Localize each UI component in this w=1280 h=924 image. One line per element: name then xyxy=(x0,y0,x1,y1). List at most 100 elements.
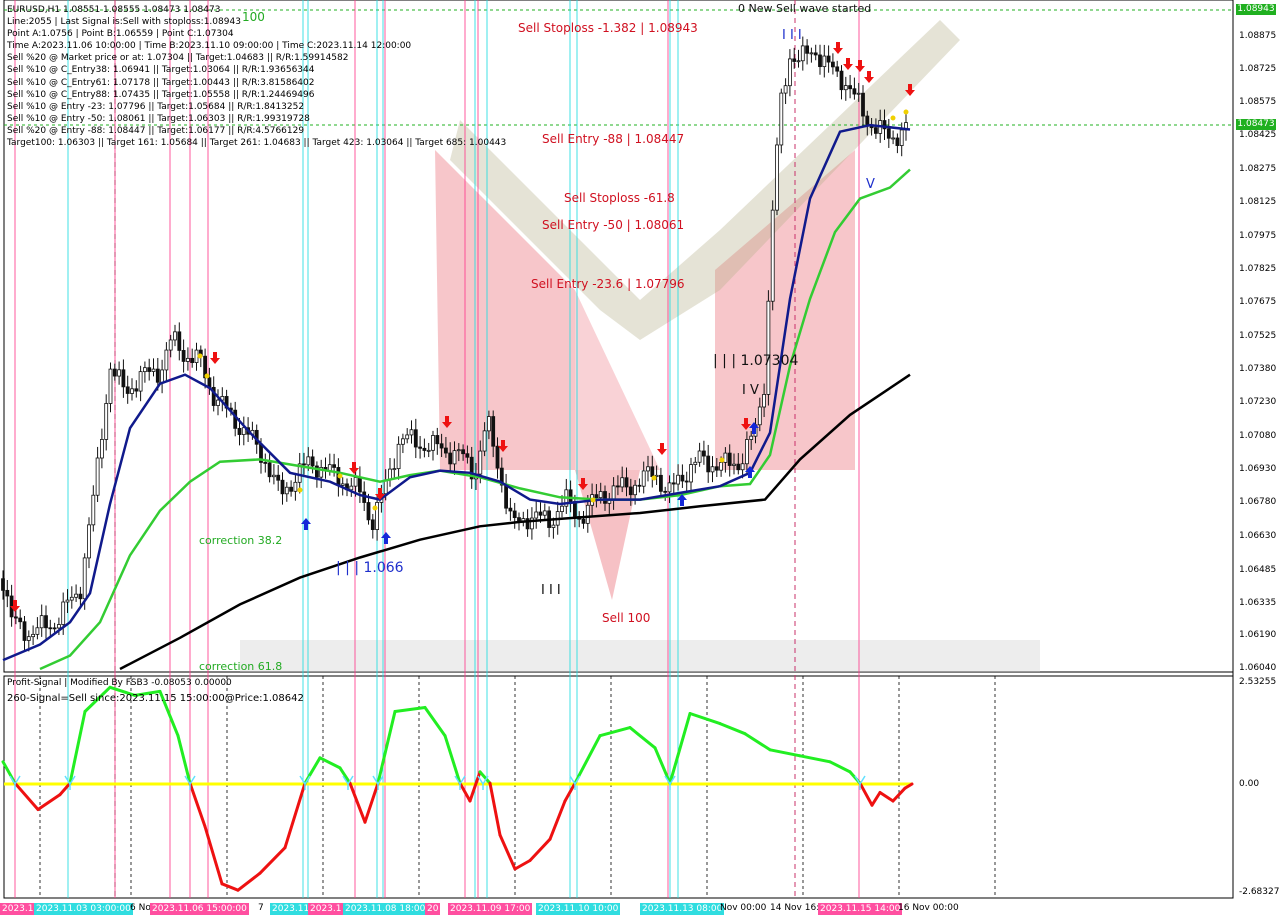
price-tick-label: 1.06335 xyxy=(1239,598,1277,608)
price-tick-label: 1.06040 xyxy=(1239,663,1277,673)
candle-body xyxy=(340,483,345,486)
price-tick-label: 1.07675 xyxy=(1239,297,1277,307)
candle-body xyxy=(125,386,130,394)
candle-body xyxy=(611,485,616,500)
candle-body xyxy=(839,70,844,91)
sell-stoploss-1382-label: Sell Stoploss -1.382 | 1.08943 xyxy=(518,21,698,35)
candle-body xyxy=(435,435,440,445)
price-tick-label: 1.08425 xyxy=(1239,130,1277,140)
info-line: Sell %10 @ Entry -50: 1.08061 || Target:… xyxy=(7,113,310,124)
wave-v-label: V xyxy=(866,177,875,192)
candle-body xyxy=(732,463,736,466)
time-label: 2023.11.13 08:00 xyxy=(640,903,725,915)
price-tick-label: 1.08275 xyxy=(1239,164,1277,174)
time-label: 2023.11 xyxy=(270,903,312,915)
candle-body xyxy=(418,446,423,449)
new-wave-label: 0 New Sell wave started xyxy=(738,2,872,15)
candle-body xyxy=(671,482,676,485)
candle-body xyxy=(78,593,83,600)
info-line: Point A:1.0756 | Point B:1.06559 | Point… xyxy=(7,29,234,40)
candle-body xyxy=(147,367,152,372)
candle-body xyxy=(332,464,337,468)
candle-body xyxy=(267,462,272,478)
candle-body xyxy=(108,368,113,404)
candle-body xyxy=(302,463,306,466)
price-tick-label: 1.08725 xyxy=(1239,64,1277,74)
price-tick-label: 1.06930 xyxy=(1239,464,1277,474)
candle-body xyxy=(826,55,831,63)
candle-body xyxy=(573,501,577,517)
price-tick-label: 1.07975 xyxy=(1239,231,1277,241)
candle-body xyxy=(848,85,852,90)
candle-body xyxy=(865,115,870,126)
correction-618-label: correction 61.8 xyxy=(199,660,283,673)
candle-body xyxy=(160,369,165,383)
candle-body xyxy=(517,517,521,522)
candle-body xyxy=(779,92,784,146)
candle-body xyxy=(603,491,607,504)
candle-body xyxy=(723,452,728,463)
candle-body xyxy=(448,452,453,465)
candle-body xyxy=(542,510,547,516)
info-line: Sell %10 @ C_Entry38: 1.06941 || Target:… xyxy=(7,65,315,76)
candle-body xyxy=(100,439,104,459)
candle-body xyxy=(486,416,491,432)
candle-body xyxy=(293,481,298,492)
candle-body xyxy=(706,455,711,473)
entry-marker xyxy=(337,473,343,479)
info-line: Sell %20 @ Market price or at: 1.07304 |… xyxy=(7,53,349,64)
time-label: 2023.1 xyxy=(308,903,344,915)
candle-body xyxy=(456,449,461,452)
candle-body xyxy=(39,615,44,629)
candle-body xyxy=(237,427,242,435)
entry-marker xyxy=(372,505,378,511)
level-c-label: | | | 1.07304 xyxy=(713,353,799,369)
candle-body xyxy=(35,627,40,635)
candle-body xyxy=(874,127,878,134)
candle-body xyxy=(770,209,775,302)
time-label: 14 Nov 16:0 xyxy=(770,903,825,913)
candle-body xyxy=(676,474,680,485)
candle-body xyxy=(805,45,809,54)
candle-body xyxy=(5,589,10,597)
wave-iii-top-label: I I I xyxy=(782,28,802,43)
entry-marker xyxy=(197,353,203,359)
candle-body xyxy=(504,484,509,509)
candle-body xyxy=(886,128,891,139)
candle-body xyxy=(44,615,48,629)
candle-body xyxy=(357,477,362,493)
candle-body xyxy=(697,450,702,463)
candle-body xyxy=(82,557,87,600)
candle-body xyxy=(400,438,405,445)
candle-body xyxy=(117,369,121,377)
time-label: 6 No xyxy=(130,903,151,913)
time-label: 2023.11.06 15:00:00 xyxy=(150,903,249,915)
candle-body xyxy=(289,486,294,492)
candle-body xyxy=(95,457,100,496)
candle-body xyxy=(508,507,513,512)
candle-body xyxy=(594,494,599,499)
info-line: Sell %20 @ Entry -88: 1.08447 || Target:… xyxy=(7,125,305,136)
candle-body xyxy=(788,58,792,87)
candle-body xyxy=(392,468,397,471)
candle-body xyxy=(895,137,900,146)
candle-body xyxy=(409,429,414,436)
candle-body xyxy=(831,61,835,68)
time-label: 2023.11.08 18:00 xyxy=(343,903,428,915)
watermark-text xyxy=(240,640,1040,672)
candle-body xyxy=(482,430,487,452)
candle-body xyxy=(69,596,74,601)
indicator-signal: 260-Signal=Sell since:2023.11.15 15:00:0… xyxy=(7,693,304,704)
price-tick-label: 1.07230 xyxy=(1239,397,1277,407)
candle-body xyxy=(680,474,685,482)
time-label: 2023.11.03 03:00:00 xyxy=(34,903,133,915)
candle-body xyxy=(280,479,285,495)
candle-body xyxy=(491,416,496,447)
price-tick-label: 1.07825 xyxy=(1239,264,1277,274)
candle-body xyxy=(52,627,57,630)
candle-body xyxy=(349,485,354,491)
candle-body xyxy=(512,510,517,519)
candle-body xyxy=(667,482,672,493)
candle-body xyxy=(413,429,418,448)
candle-body xyxy=(659,474,663,492)
